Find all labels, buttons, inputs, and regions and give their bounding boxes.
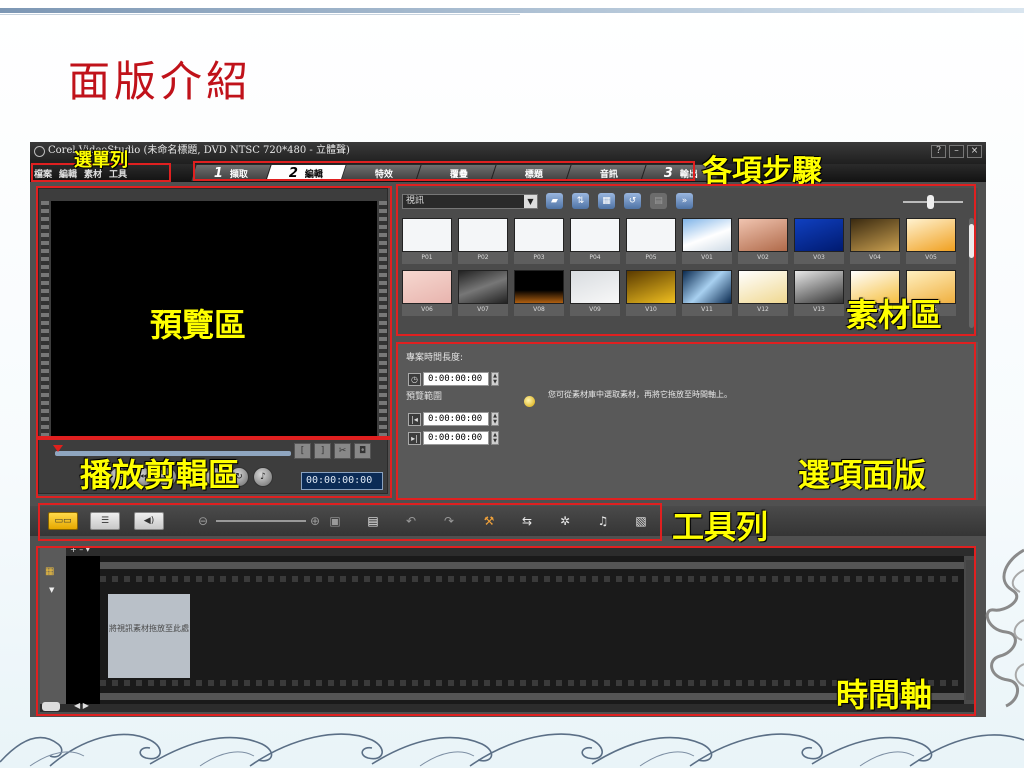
preview-annotation: 預覽區 [150, 306, 247, 344]
toolbar-annotation: 工具列 [672, 508, 769, 546]
steps-highlight [193, 161, 695, 181]
window-controls: ? – × [931, 145, 982, 158]
timeline-highlight [36, 546, 976, 716]
playback-annotation: 播放剪輯區 [80, 456, 241, 494]
slide-title: 面版介紹 [68, 57, 253, 106]
close-button[interactable]: × [967, 145, 982, 158]
minimize-button[interactable]: – [949, 145, 964, 158]
cloud-scroll-ornament [985, 548, 1024, 708]
menubar-annotation: 選單列 [74, 150, 128, 171]
help-button[interactable]: ? [931, 145, 946, 158]
app-logo-icon [34, 146, 45, 157]
header-rule-thin [0, 14, 520, 15]
options-annotation: 選項面版 [798, 456, 927, 494]
wave-pattern [0, 733, 1024, 767]
toolbar-highlight [38, 503, 662, 541]
header-rule [0, 8, 1024, 13]
library-annotation: 素材區 [846, 296, 943, 334]
